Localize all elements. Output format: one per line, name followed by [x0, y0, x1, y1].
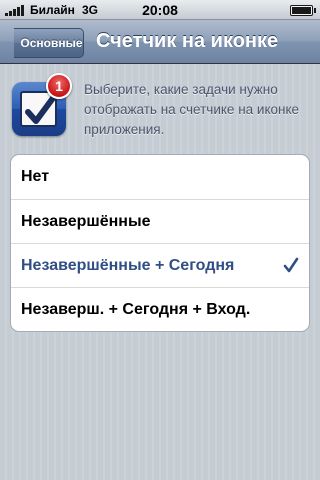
status-bar: Билайн 3G 20:08 — [0, 0, 320, 20]
back-button[interactable]: Основные — [14, 28, 84, 58]
status-time: 20:08 — [142, 2, 178, 18]
navigation-bar: Основные Счетчик на иконке — [0, 20, 320, 64]
option-label: Нет — [21, 168, 50, 185]
back-button-label: Основные — [20, 36, 83, 50]
option-incomplete-today-inbox[interactable]: Незаверш. + Сегодня + Вход. — [11, 287, 309, 331]
option-label: Незавершённые — [21, 213, 151, 230]
option-none[interactable]: Нет — [11, 155, 309, 199]
battery-icon — [290, 5, 316, 16]
badge-options-list: Нет Незавершённые Незавершённые + Сегодн… — [10, 154, 310, 332]
option-incomplete-today[interactable]: Незавершённые + Сегодня — [11, 243, 309, 287]
option-label: Незаверш. + Сегодня + Вход. — [21, 301, 251, 318]
checkmark-icon — [283, 257, 299, 273]
page-title: Счетчик на иконке — [96, 30, 279, 52]
description-text: Выберите, какие задачи нужно отображать … — [84, 82, 300, 137]
notification-badge: 1 — [46, 73, 72, 99]
option-incomplete[interactable]: Незавершённые — [11, 199, 309, 243]
option-label: Незавершённые + Сегодня — [21, 257, 235, 274]
